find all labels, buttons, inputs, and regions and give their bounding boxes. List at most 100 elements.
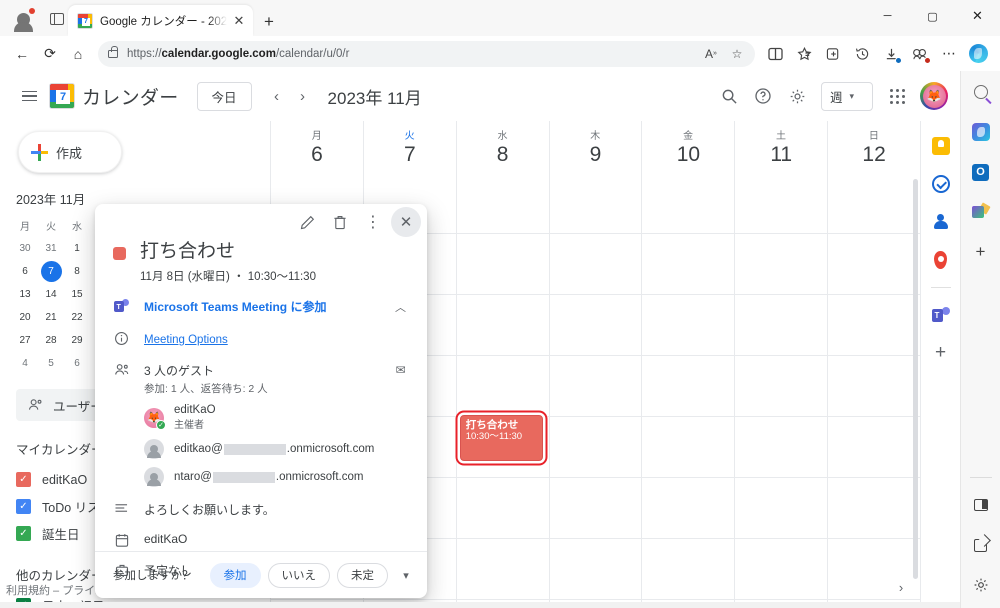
favorites-icon[interactable] (790, 40, 818, 68)
browser-essentials-icon[interactable] (906, 40, 934, 68)
back-icon[interactable]: ← (8, 40, 36, 68)
avatar[interactable]: 🦊 (920, 82, 948, 110)
meeting-options-link[interactable]: Meeting Options (144, 334, 228, 346)
tab-actions-button[interactable] (44, 6, 70, 32)
mini-cal-day[interactable]: 8 (64, 260, 90, 283)
history-icon[interactable] (848, 40, 876, 68)
mini-cal-day[interactable]: 7 (40, 261, 62, 282)
sidebar-settings-icon[interactable] (968, 572, 994, 598)
mini-cal-day[interactable]: 4 (12, 352, 38, 375)
day-column[interactable]: 打ち合わせ 10:30〜11:30 (455, 173, 549, 608)
minimize-button[interactable]: ─ (865, 0, 910, 32)
edit-icon[interactable] (292, 207, 322, 237)
search-icon[interactable] (713, 80, 745, 112)
google-apps-icon[interactable] (881, 80, 913, 112)
help-icon[interactable] (747, 80, 779, 112)
grid-scrollbar[interactable] (913, 179, 918, 579)
maps-icon[interactable] (930, 249, 952, 271)
mini-cal-day[interactable]: 22 (64, 306, 90, 329)
address-bar[interactable]: https://calendar.google.com/calendar/u/0… (98, 40, 755, 67)
mini-cal-day[interactable]: 6 (64, 352, 90, 375)
expand-panel-icon[interactable]: › (890, 576, 912, 598)
add-sidebar-app-icon[interactable]: + (968, 239, 994, 265)
mini-cal-day[interactable]: 29 (64, 329, 90, 352)
mini-cal-day[interactable]: 30 (12, 237, 38, 260)
calendar-checkbox[interactable]: ✓ (16, 526, 31, 541)
browser-tab[interactable]: 7 Google カレンダー - 2023年 11月 6 ✕ (68, 5, 253, 36)
settings-icon[interactable] (781, 80, 813, 112)
delete-icon[interactable] (325, 207, 355, 237)
day-header[interactable]: 火7 (362, 121, 456, 173)
more-options-icon[interactable]: ⋮ (358, 207, 388, 237)
close-window-button[interactable]: ✕ (955, 0, 1000, 32)
close-popup-icon[interactable]: ✕ (391, 207, 421, 237)
settings-more-icon[interactable]: ⋯ (935, 40, 963, 68)
keep-icon[interactable] (930, 135, 952, 157)
next-period-icon[interactable]: › (290, 83, 316, 109)
mini-cal-day[interactable]: 21 (38, 306, 64, 329)
mini-cal-day[interactable]: 15 (64, 283, 90, 306)
maximize-button[interactable]: ▢ (910, 0, 955, 32)
favorite-star-icon[interactable]: ☆ (725, 42, 749, 66)
outlook-icon[interactable]: O (968, 159, 994, 185)
day-header[interactable]: 土 11 (734, 121, 827, 173)
today-button[interactable]: 今日 (196, 81, 252, 111)
collections-icon[interactable] (819, 40, 847, 68)
day-header[interactable]: 金 10 (641, 121, 734, 173)
email-guests-icon[interactable]: ✉ (392, 362, 409, 377)
mini-cal-day[interactable]: 1 (64, 237, 90, 260)
tasks-icon[interactable] (930, 173, 952, 195)
rsvp-maybe-button[interactable]: 未定 (337, 562, 388, 588)
guest-email-prefix: ntaro@ (174, 471, 212, 483)
browser-toolbar-actions: ⋯ (761, 40, 992, 68)
day-column[interactable] (548, 173, 642, 608)
new-tab-button[interactable]: + (258, 10, 280, 32)
main-menu-icon[interactable] (12, 79, 46, 113)
mini-cal-day[interactable]: 6 (12, 260, 38, 283)
downloads-icon[interactable] (877, 40, 905, 68)
add-addon-icon[interactable]: + (930, 342, 952, 364)
split-screen-icon[interactable] (761, 40, 789, 68)
day-header[interactable]: 水8 (455, 121, 549, 173)
tab-close-icon[interactable]: ✕ (231, 13, 247, 29)
profile-button[interactable] (10, 6, 36, 32)
copilot-sidebar-icon[interactable] (968, 119, 994, 145)
calendar-logo[interactable]: 7 カレンダー (49, 83, 179, 110)
open-in-new-icon[interactable] (968, 532, 994, 558)
day-header[interactable]: 日 12 (827, 121, 920, 173)
collapse-conference-icon[interactable]: ︿ (392, 298, 409, 315)
teams-meeting-link[interactable]: Microsoft Teams Meeting (144, 300, 287, 314)
day-header[interactable]: 木9 (548, 121, 642, 173)
reload-icon[interactable]: ⟳ (36, 40, 64, 68)
event-datetime: 11月 8日 (水曜日) ・ 10:30〜11:30 (140, 271, 316, 283)
mini-cal-day[interactable]: 14 (38, 283, 64, 306)
mini-cal-day[interactable]: 5 (38, 352, 64, 375)
sidebar-panel-icon[interactable] (968, 492, 994, 518)
teams-icon[interactable]: T (930, 304, 952, 326)
tools-icon[interactable] (968, 199, 994, 225)
rsvp-yes-button[interactable]: 参加 (209, 562, 261, 588)
view-selector[interactable]: 週 ▾ (821, 81, 873, 111)
calendar-checkbox[interactable]: ✓ (16, 472, 31, 487)
home-icon[interactable]: ⌂ (64, 40, 92, 68)
rsvp-no-button[interactable]: いいえ (267, 562, 330, 588)
previous-period-icon[interactable]: ‹ (264, 83, 290, 109)
create-button[interactable]: 作成 (18, 131, 122, 173)
day-header[interactable]: 月6 (270, 121, 363, 173)
mini-cal-day[interactable]: 13 (12, 283, 38, 306)
day-column[interactable] (641, 173, 735, 608)
copilot-icon[interactable] (964, 40, 992, 68)
hour-line (642, 416, 735, 417)
read-aloud-icon[interactable]: A» (699, 42, 723, 66)
day-column[interactable] (827, 173, 920, 608)
mini-cal-day[interactable]: 27 (12, 329, 38, 352)
mini-cal-day[interactable]: 31 (38, 237, 64, 260)
contacts-icon[interactable] (930, 211, 952, 233)
calendar-checkbox[interactable]: ✓ (16, 499, 31, 514)
mini-cal-day[interactable]: 20 (12, 306, 38, 329)
mini-cal-day[interactable]: 28 (38, 329, 64, 352)
search-sidebar-icon[interactable] (968, 79, 994, 105)
day-column[interactable] (734, 173, 828, 608)
calendar-event[interactable]: 打ち合わせ 10:30〜11:30 (459, 415, 543, 461)
rsvp-more-chevron-icon[interactable]: ▾ (395, 569, 417, 582)
